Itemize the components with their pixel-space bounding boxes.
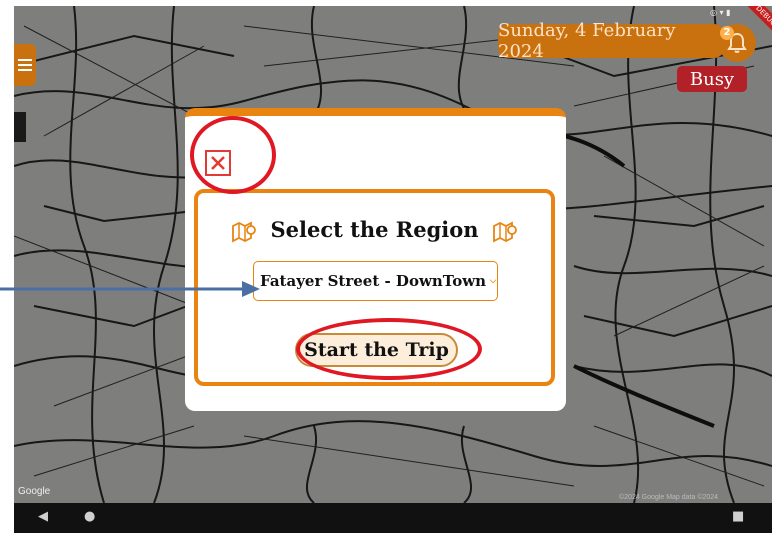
chevron-down-icon [489, 279, 497, 284]
map-pin-icon [232, 221, 257, 242]
toast-fragment [14, 112, 26, 142]
android-nav-bar: ◀ ● ■ [14, 503, 772, 533]
hamburger-icon [18, 59, 32, 71]
notification-count-badge: 2 [720, 26, 734, 40]
recents-icon[interactable]: ■ [732, 509, 744, 524]
google-logo: Google [18, 486, 51, 497]
home-icon[interactable]: ● [84, 509, 95, 524]
start-trip-button[interactable]: Start the Trip [295, 333, 458, 367]
map-pin-icon [492, 221, 517, 242]
region-dropdown[interactable]: Fatayer Street - DownTown [253, 261, 498, 301]
map-copyright: ©2024 Google Map data ©2024 [619, 494, 719, 501]
date-display: Sunday, 4 February 2024 [498, 20, 724, 62]
menu-button[interactable] [14, 44, 36, 86]
region-dialog: Select the Region Fatayer Street - DownT… [185, 108, 566, 411]
status-bar-icons: ◎ ▾ ▮ [710, 8, 731, 17]
notification-button[interactable]: 2 [718, 24, 756, 62]
region-panel: Select the Region Fatayer Street - DownT… [194, 189, 555, 386]
status-badge[interactable]: Busy [677, 66, 747, 92]
region-selected-value: Fatayer Street - DownTown [260, 272, 487, 290]
close-icon[interactable] [205, 150, 231, 176]
dialog-title: Select the Region [198, 217, 551, 243]
dialog-title-text: Select the Region [270, 217, 479, 242]
back-icon[interactable]: ◀ [38, 509, 48, 524]
